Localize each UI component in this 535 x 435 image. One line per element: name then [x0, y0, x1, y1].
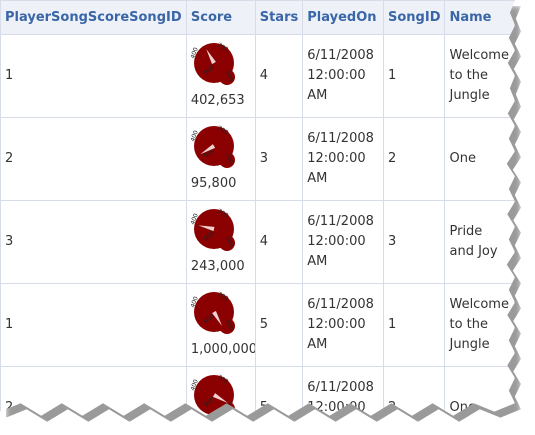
cell-score: 400 700 100 900: [185, 366, 256, 416]
cell-played-on: 6/11/2008 12:00:00 AM: [302, 366, 384, 416]
cell-stars: 5: [254, 283, 304, 367]
column-header-songid[interactable]: SongID: [382, 0, 446, 35]
cell-player-song-score-id: 1: [0, 283, 187, 367]
column-header-stars[interactable]: Stars: [254, 0, 304, 35]
cell-score: 400 700 100 900 1,000,000: [185, 283, 256, 367]
table-row: 240070010090056/11/2008 12:00:00 AM2One: [0, 366, 515, 416]
score-value: 95,800: [190, 176, 237, 191]
cell-played-on: 6/11/2008 12:00:00 AM: [302, 283, 384, 367]
cell-song-id: 2: [382, 366, 446, 416]
table-row: 1 400 700 100 900 402,653 4 6/11/2008 12:00:00 …: [0, 34, 515, 118]
cell-score: 400 700 100 900 402,653: [185, 34, 256, 118]
table-row: 1 400 700 100 900 1,000,000 5 6/11/2008 12:00:0…: [0, 283, 515, 367]
cell-player-song-score-id: 1: [0, 34, 187, 118]
column-header-playedon[interactable]: PlayedOn: [302, 0, 384, 35]
cell-name: One: [444, 366, 515, 416]
header-row: PlayerSongScoreSongID Score Stars Played…: [0, 0, 515, 35]
cell-song-id: 3: [382, 200, 446, 284]
gauge-tick-label: 100: [224, 401, 235, 414]
column-header-name[interactable]: Name: [444, 0, 515, 35]
cell-stars: 3: [254, 117, 304, 201]
screenshot-sheet: PlayerSongScoreSongID Score Stars Played…: [0, 0, 535, 435]
cell-stars: 5: [254, 366, 304, 416]
table-row: 3 400 700 100 900 243,000 4 6/11/2008 12:00:00 …: [0, 200, 515, 284]
cell-played-on: 6/11/2008 12:00:00 AM: [302, 34, 384, 118]
cell-score: 400 700 100 900 95,800: [185, 117, 256, 201]
score-value: 1,000,000: [190, 342, 256, 357]
table-row: 2 400 700 100 900 95,800 3 6/11/2008 12:00:00 A…: [0, 117, 515, 201]
cell-song-id: 1: [382, 283, 446, 367]
cell-song-id: 1: [382, 34, 446, 118]
column-header-playersongscoresongid[interactable]: PlayerSongScoreSongID: [0, 0, 187, 35]
cell-played-on: 6/11/2008 12:00:00 AM: [302, 200, 384, 284]
cell-name: One: [444, 117, 515, 201]
cell-player-song-score-id: 3: [0, 200, 187, 284]
score-gauge-icon: 400 700100900: [191, 374, 235, 416]
cell-player-song-score-id: 2: [0, 117, 187, 201]
cell-player-song-score-id: 2: [0, 366, 187, 416]
score-gauge-icon: 400 700100900: [191, 291, 235, 334]
column-header-score[interactable]: Score: [185, 0, 256, 35]
scores-grid: PlayerSongScoreSongID Score Stars Played…: [0, 0, 515, 416]
score-gauge-icon: 400 700100900: [191, 125, 235, 168]
cell-stars: 4: [254, 34, 304, 118]
cell-name: Pride and Joy: [444, 200, 515, 284]
score-gauge-icon: 400 700100900: [191, 208, 235, 251]
cell-song-id: 2: [382, 117, 446, 201]
torn-paper: PlayerSongScoreSongID Score Stars Played…: [0, 0, 515, 416]
cell-name: Welcome to the Jungle: [444, 283, 515, 367]
gauge-blob: [218, 401, 235, 416]
score-value: 243,000: [190, 259, 245, 274]
cell-played-on: 6/11/2008 12:00:00 AM: [302, 117, 384, 201]
cell-name: Welcome to the Jungle: [444, 34, 515, 118]
cell-stars: 4: [254, 200, 304, 284]
score-value: 402,653: [190, 93, 245, 108]
cell-score: 400 700 100 900 243,000: [185, 200, 256, 284]
score-gauge-icon: 400 700100900: [191, 42, 235, 85]
